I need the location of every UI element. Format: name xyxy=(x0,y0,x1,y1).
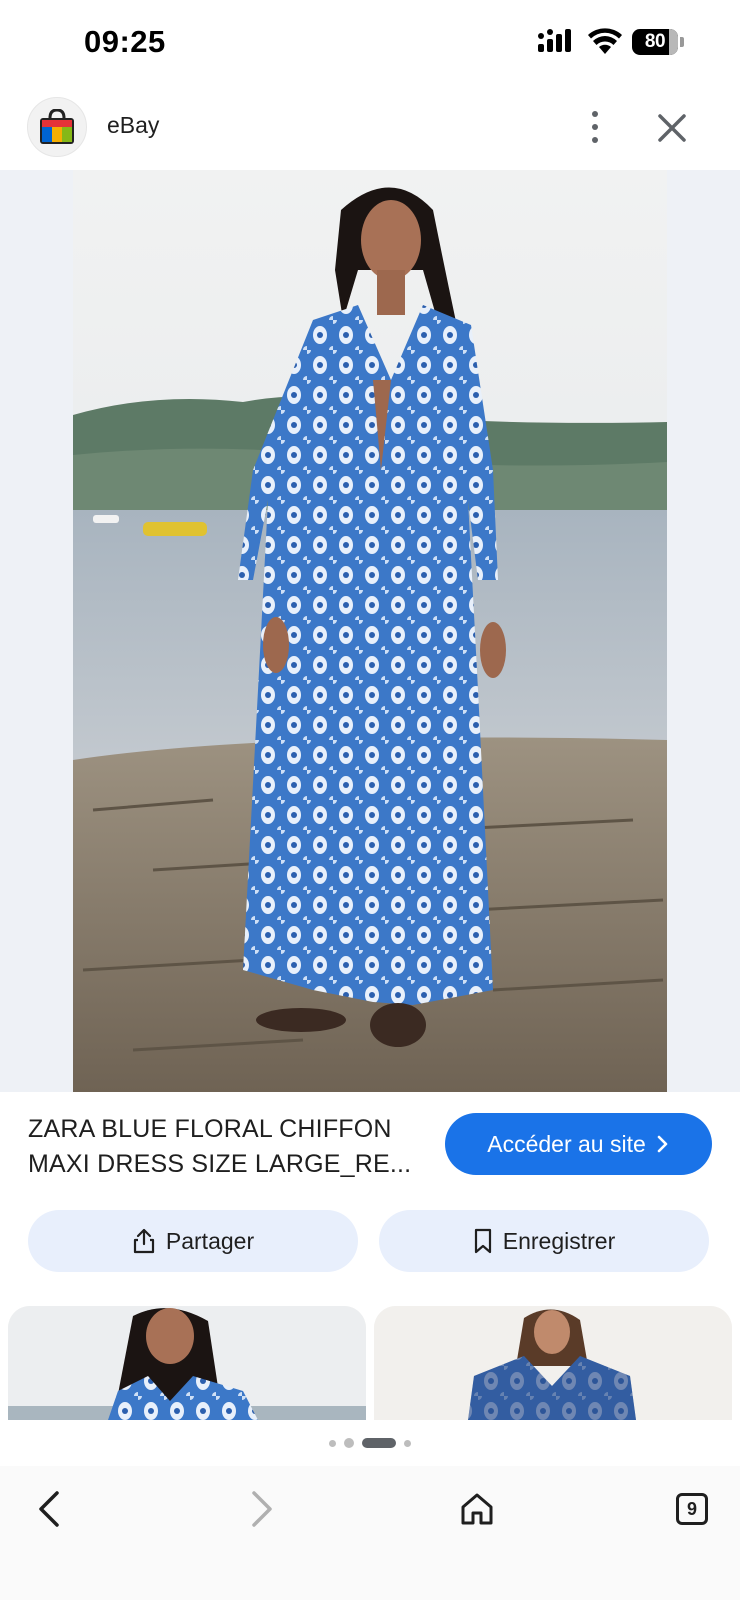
related-result-thumbnail[interactable] xyxy=(8,1306,366,1420)
home-button[interactable] xyxy=(452,1484,502,1534)
site-name[interactable]: eBay xyxy=(107,112,159,139)
bookmark-icon xyxy=(474,1228,491,1254)
chevron-right-icon xyxy=(657,1135,668,1153)
battery-indicator: 80 xyxy=(632,29,684,55)
status-icons: 80 xyxy=(538,28,684,56)
close-icon[interactable] xyxy=(652,108,692,148)
share-label: Partager xyxy=(165,1227,255,1254)
back-button[interactable] xyxy=(24,1484,74,1534)
wifi-icon xyxy=(588,28,622,54)
chevron-right-icon xyxy=(252,1491,272,1527)
product-title[interactable]: ZARA BLUE FLORAL CHIFFON MAXI DRESS SIZE… xyxy=(28,1112,428,1182)
forward-button[interactable] xyxy=(237,1484,287,1534)
share-button[interactable]: Partager xyxy=(28,1210,358,1272)
tabs-count: 9 xyxy=(676,1493,708,1525)
chevron-left-icon xyxy=(39,1491,59,1527)
browser-bottom-nav: 9 xyxy=(0,1466,740,1600)
status-time: 09:25 xyxy=(84,24,166,59)
pager-dot xyxy=(404,1439,411,1447)
related-result-thumbnail[interactable] xyxy=(374,1306,732,1420)
save-button[interactable]: Enregistrer xyxy=(379,1210,709,1272)
battery-level: 80 xyxy=(644,31,666,52)
status-bar: 09:25 80 xyxy=(0,0,740,88)
pager-dot-active xyxy=(362,1438,396,1448)
product-image-area xyxy=(0,170,740,1092)
save-label: Enregistrer xyxy=(502,1227,616,1254)
lens-result-header: eBay xyxy=(0,88,740,170)
cellular-signal-icon xyxy=(538,29,571,52)
visit-site-label: Accéder au site xyxy=(487,1130,646,1157)
pager-dot xyxy=(344,1438,354,1448)
tabs-button[interactable]: 9 xyxy=(667,1484,717,1534)
share-icon xyxy=(133,1228,154,1254)
pager-dot xyxy=(329,1439,336,1447)
ebay-shopping-bag-icon[interactable] xyxy=(27,97,87,157)
more-vertical-icon[interactable] xyxy=(578,104,612,150)
home-icon xyxy=(461,1493,493,1525)
visit-site-button[interactable]: Accéder au site xyxy=(445,1113,712,1175)
product-photo[interactable] xyxy=(73,170,667,1092)
related-results xyxy=(0,1306,740,1420)
carousel-pager xyxy=(0,1420,740,1466)
